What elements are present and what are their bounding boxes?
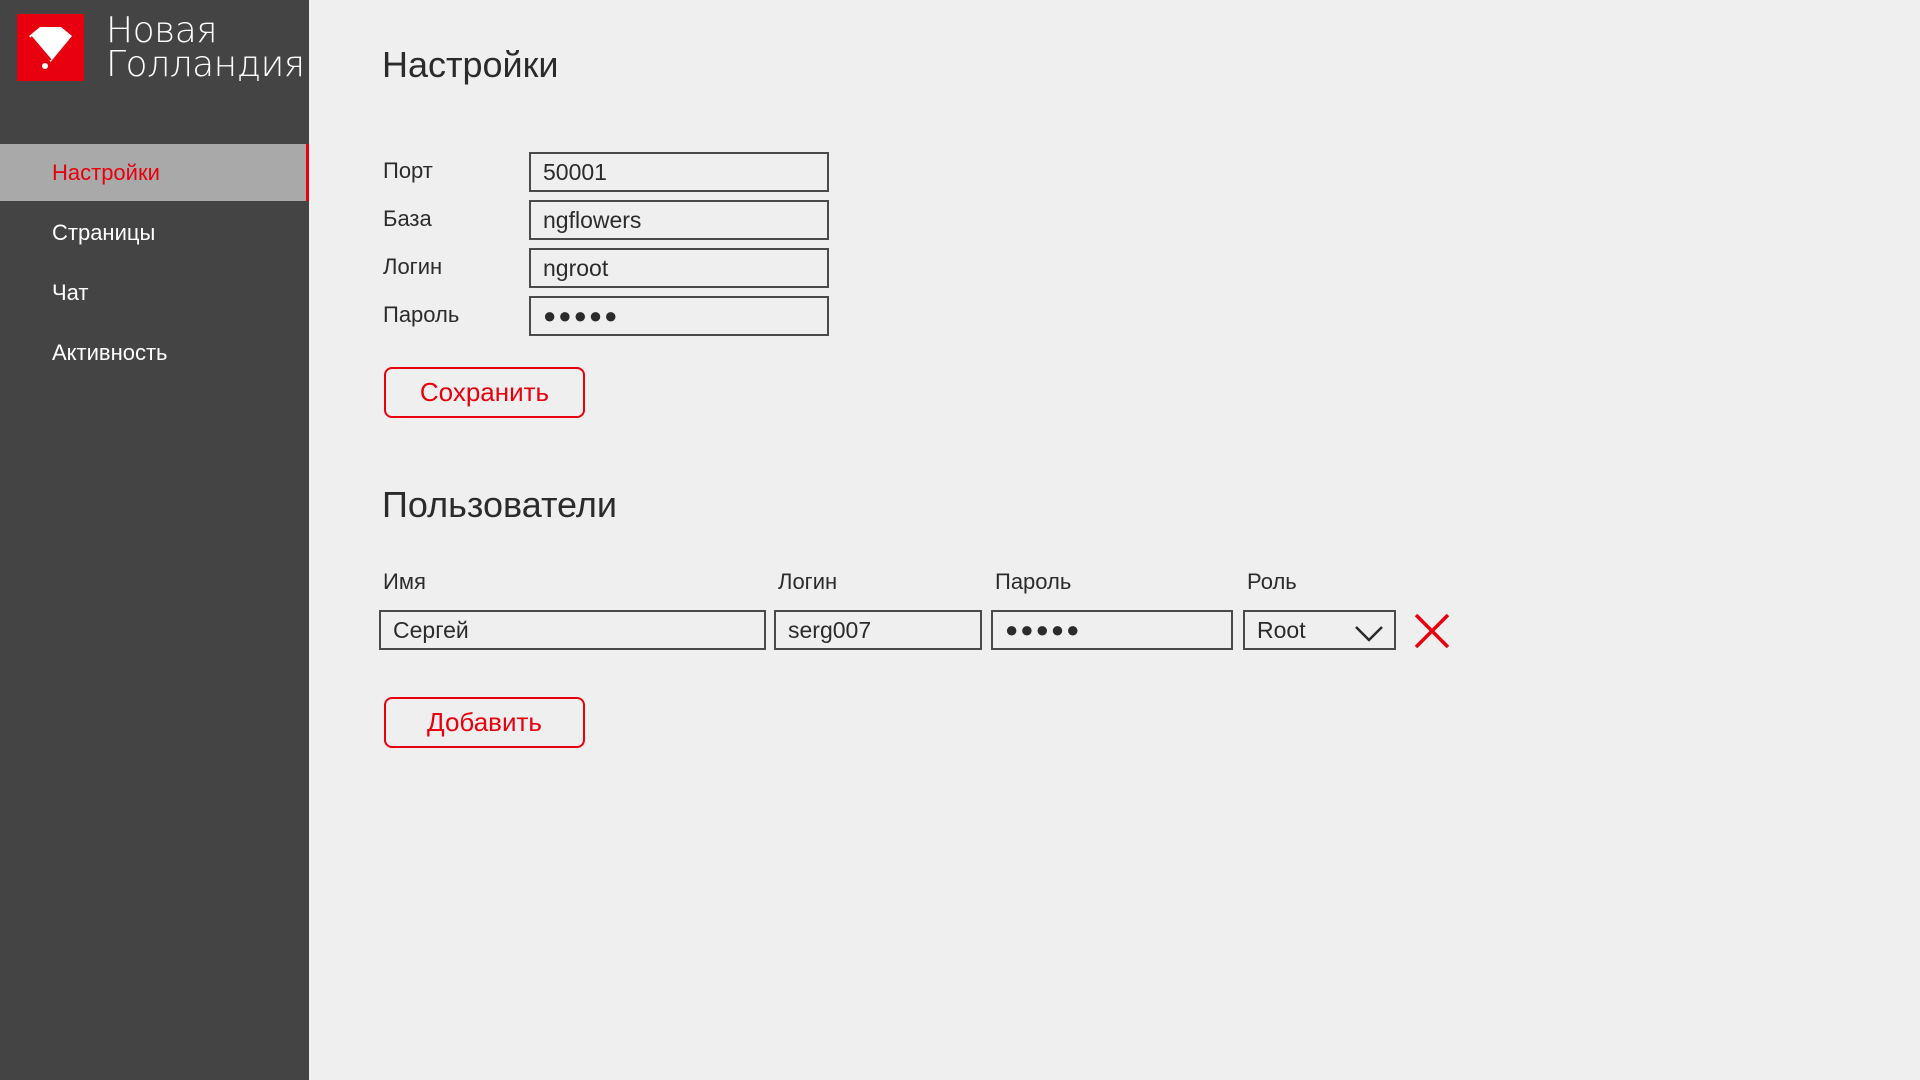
user-name-field[interactable]: Сергей xyxy=(379,610,766,650)
settings-title: Настройки xyxy=(382,44,559,85)
database-field[interactable]: ngflowers xyxy=(529,200,829,240)
user-role-value: Root xyxy=(1257,616,1306,643)
save-button[interactable]: Сохранить xyxy=(384,367,585,418)
sidebar-item-pages[interactable]: Страницы xyxy=(0,204,309,261)
brand-name-line1: Новая xyxy=(106,10,218,51)
sidebar: Новая Голландия Настройки Страницы Чат А… xyxy=(0,0,309,1080)
sidebar-item-label: Настройки xyxy=(52,159,160,185)
password-field[interactable]: ●●●●● xyxy=(529,296,829,336)
brand-logo[interactable]: Новая Голландия xyxy=(17,10,305,85)
column-header-name: Имя xyxy=(383,569,426,594)
chevron-down-icon xyxy=(1354,622,1384,648)
port-field[interactable]: 50001 xyxy=(529,152,829,192)
user-login-field[interactable]: serg007 xyxy=(774,610,982,650)
close-x-icon[interactable] xyxy=(1414,613,1450,654)
sidebar-item-label: Активность xyxy=(52,339,168,365)
brand-name: Новая Голландия xyxy=(106,10,305,85)
user-role-select[interactable]: Root xyxy=(1243,610,1396,650)
sidebar-item-activity[interactable]: Активность xyxy=(0,324,309,381)
sidebar-item-label: Страницы xyxy=(52,219,156,245)
diamond-logo-icon xyxy=(17,14,84,81)
port-label: Порт xyxy=(383,158,433,183)
database-label: База xyxy=(383,206,432,231)
password-label: Пароль xyxy=(383,302,460,327)
sidebar-item-settings[interactable]: Настройки xyxy=(0,144,309,201)
users-title: Пользователи xyxy=(382,484,617,525)
login-label: Логин xyxy=(383,254,443,279)
login-field[interactable]: ngroot xyxy=(529,248,829,288)
add-user-button[interactable]: Добавить xyxy=(384,697,585,748)
column-header-role: Роль xyxy=(1247,569,1297,594)
sidebar-nav: Настройки Страницы Чат Активность xyxy=(0,144,309,384)
column-header-password: Пароль xyxy=(995,569,1072,594)
user-password-field[interactable]: ●●●●● xyxy=(991,610,1233,650)
sidebar-item-chat[interactable]: Чат xyxy=(0,264,309,321)
sidebar-item-label: Чат xyxy=(52,279,89,305)
column-header-login: Логин xyxy=(778,569,838,594)
brand-name-line2: Голландия xyxy=(106,44,305,85)
